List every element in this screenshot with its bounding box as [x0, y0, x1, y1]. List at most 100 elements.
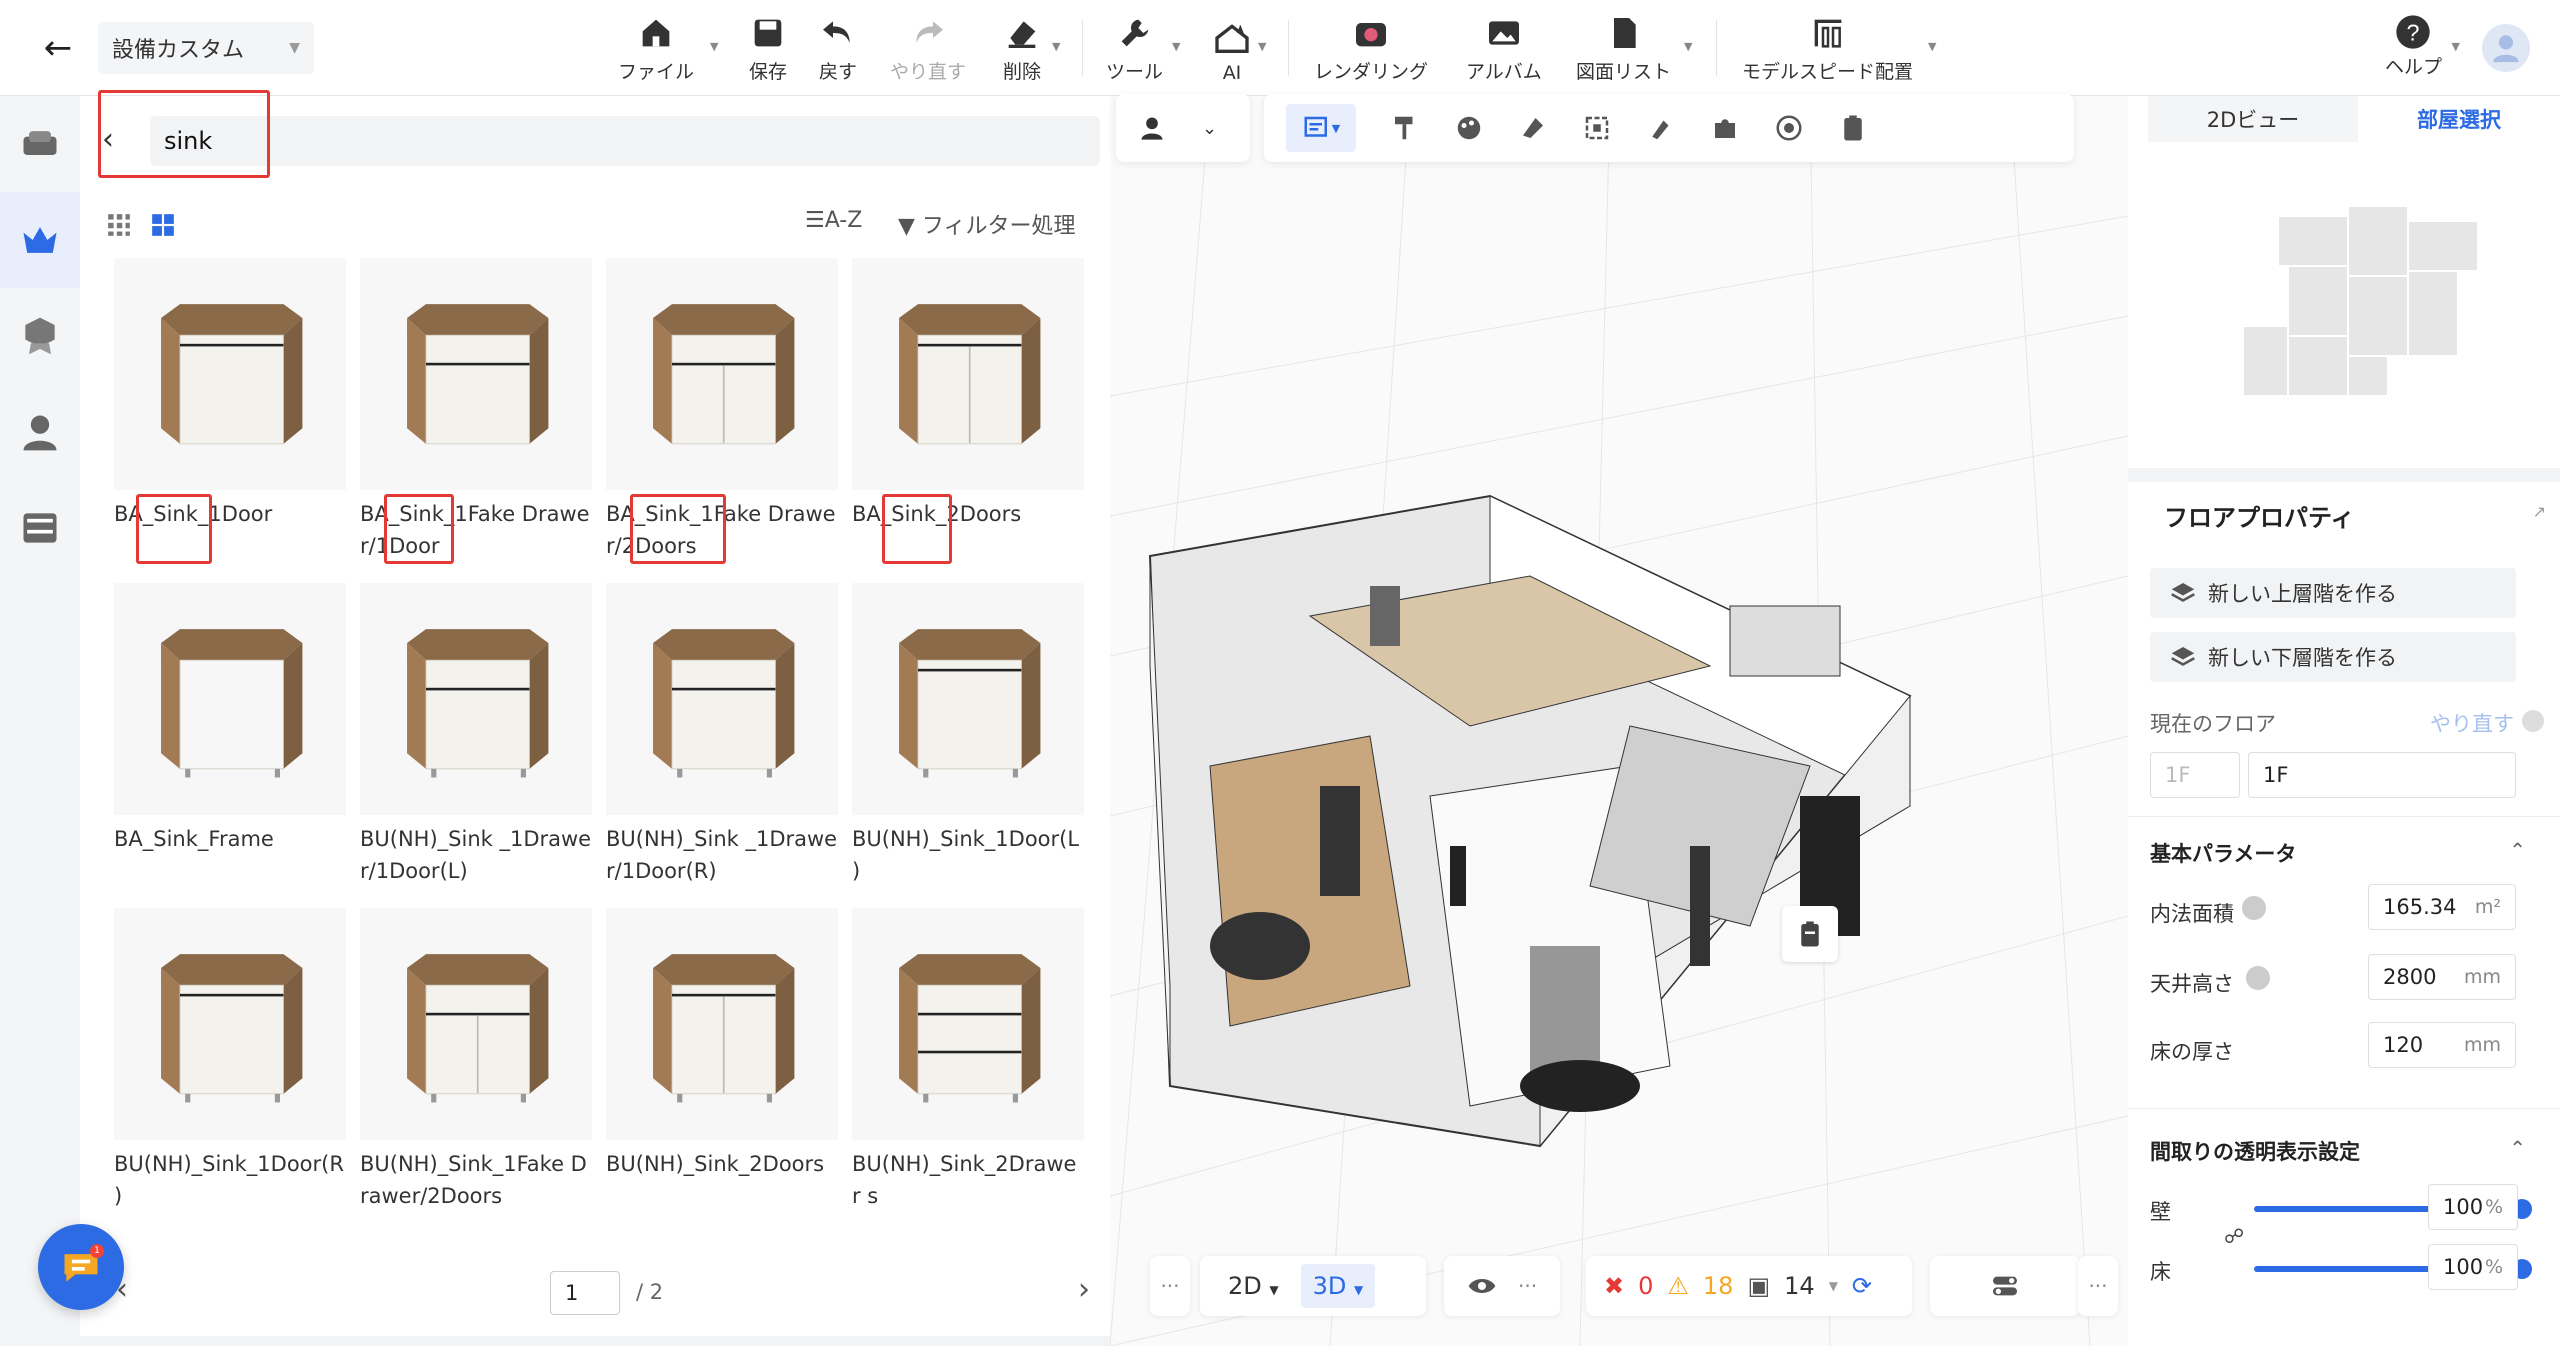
floor-redo-link[interactable]: やり直す: [2430, 708, 2514, 738]
wall-opacity-input[interactable]: 100%: [2428, 1184, 2518, 1230]
floor-thickness-input[interactable]: 120 mm: [2368, 1022, 2516, 1068]
sidebar-item-custom[interactable]: [0, 192, 80, 288]
sidebar-item-vip[interactable]: [0, 288, 80, 384]
person-icon[interactable]: [1138, 114, 1166, 142]
product-thumbnail[interactable]: [114, 908, 346, 1140]
search-input[interactable]: sink: [150, 116, 1100, 166]
product-card[interactable]: BA_Sink_1Fake Drawer/2Doors: [606, 258, 838, 568]
floor-opacity-input[interactable]: 100%: [2428, 1244, 2518, 1290]
back-arrow-icon[interactable]: ←: [38, 28, 78, 68]
palette-icon[interactable]: [1454, 113, 1484, 143]
sidebar-item-storage[interactable]: [0, 480, 80, 576]
chevron-down-icon[interactable]: ▼: [1052, 40, 1060, 53]
view-3d-button[interactable]: 3D ▼: [1300, 1264, 1376, 1308]
error-icon[interactable]: ✖: [1604, 1272, 1624, 1300]
warning-icon[interactable]: ⚠: [1667, 1272, 1689, 1300]
scheme-selector[interactable]: 設備カスタム ▼: [98, 22, 314, 74]
chevron-down-icon[interactable]: ▼: [2452, 40, 2460, 53]
chevron-down-icon[interactable]: ▼: [1928, 40, 1936, 53]
drawing-list-button[interactable]: 図面リスト: [1576, 12, 1671, 84]
floor-name-input[interactable]: 1F: [2248, 752, 2516, 798]
delete-button[interactable]: 削除: [1002, 12, 1042, 84]
sort-button[interactable]: ☰A-Z: [805, 208, 862, 233]
help-button[interactable]: ? ヘルプ: [2385, 12, 2442, 79]
chevron-up-icon[interactable]: ⌃: [2509, 838, 2526, 862]
product-card[interactable]: BA_Sink_1Door: [114, 258, 346, 568]
product-thumbnail[interactable]: [114, 258, 346, 490]
page-number-input[interactable]: 1: [550, 1271, 620, 1315]
product-thumbnail[interactable]: [360, 258, 592, 490]
rendering-button[interactable]: レンダリング: [1314, 12, 1428, 84]
chevron-down-icon[interactable]: ▼: [1684, 40, 1692, 53]
chevron-down-icon[interactable]: ▼: [1172, 40, 1180, 53]
clipboard-button[interactable]: [1782, 906, 1838, 962]
product-card[interactable]: BU(NH)_Sink_2Doors: [606, 908, 838, 1218]
sidebar-item-user[interactable]: [0, 384, 80, 480]
more-button[interactable]: ···: [1150, 1256, 1190, 1316]
focus-frame-icon[interactable]: [1582, 113, 1612, 143]
chevron-down-icon[interactable]: ▼: [1829, 1279, 1838, 1293]
tab-room-select[interactable]: 部屋選択: [2358, 96, 2560, 142]
product-thumbnail[interactable]: [360, 583, 592, 815]
puzzle-icon[interactable]: [1710, 113, 1740, 143]
product-thumbnail[interactable]: [852, 258, 1084, 490]
sync-icon[interactable]: ⟳: [1852, 1272, 1872, 1300]
floor-code-select[interactable]: 1F: [2150, 752, 2240, 798]
large-grid-icon[interactable]: [150, 212, 176, 238]
brush-icon[interactable]: [1646, 113, 1676, 143]
product-thumbnail[interactable]: [606, 908, 838, 1140]
product-thumbnail[interactable]: [360, 908, 592, 1140]
product-card[interactable]: BU(NH)_Sink _1Drawer/1Door(L): [360, 583, 592, 893]
product-thumbnail[interactable]: [114, 583, 346, 815]
product-card[interactable]: BA_Sink_Frame: [114, 583, 346, 893]
redo-button[interactable]: やり直す: [890, 12, 966, 84]
product-thumbnail[interactable]: [606, 583, 838, 815]
eye-icon[interactable]: [1466, 1270, 1498, 1302]
list-mode-button[interactable]: ▼: [1286, 104, 1356, 152]
chevron-down-icon[interactable]: ▼: [1258, 40, 1266, 53]
more-icon[interactable]: ···: [1518, 1274, 1537, 1298]
model-speed-layout-button[interactable]: モデルスピード配置: [1742, 12, 1913, 84]
save-button[interactable]: 保存: [748, 12, 788, 84]
sidebar-item-furniture[interactable]: [0, 96, 80, 192]
material-icon[interactable]: [1518, 113, 1548, 143]
new-lower-floor-button[interactable]: 新しい下層階を作る: [2150, 632, 2516, 682]
expand-icon[interactable]: ↗: [2533, 502, 2546, 521]
paint-roller-icon[interactable]: [1390, 113, 1420, 143]
file-button[interactable]: ファイル: [618, 12, 694, 84]
tools-button[interactable]: ツール: [1106, 12, 1163, 84]
chevron-up-icon[interactable]: ⌃: [2509, 1136, 2526, 1160]
avatar[interactable]: [2482, 24, 2530, 72]
chevron-right-icon[interactable]: ›: [1078, 1272, 1090, 1307]
product-thumbnail[interactable]: [852, 908, 1084, 1140]
product-card[interactable]: BA_Sink_1Fake Drawer/1Door: [360, 258, 592, 568]
settings-toggle-button[interactable]: [1930, 1256, 2080, 1316]
product-card[interactable]: BU(NH)_Sink_1Fake Drawer/2Doors: [360, 908, 592, 1218]
area-input[interactable]: 165.34 m²: [2368, 884, 2516, 930]
product-card[interactable]: BA_Sink_2Doors: [852, 258, 1084, 568]
chat-button[interactable]: 1: [38, 1224, 124, 1310]
ai-button[interactable]: AI: [1212, 12, 1252, 84]
chevron-down-icon[interactable]: ▼: [710, 40, 718, 53]
small-grid-icon[interactable]: [106, 212, 132, 238]
clipboard-icon[interactable]: [1838, 113, 1868, 143]
product-thumbnail[interactable]: [852, 583, 1084, 815]
view-2d-button[interactable]: 2D ▼: [1228, 1272, 1279, 1300]
ceiling-height-input[interactable]: 2800 mm: [2368, 954, 2516, 1000]
link-icon[interactable]: ☍: [2224, 1224, 2244, 1248]
product-thumbnail[interactable]: [606, 258, 838, 490]
target-icon[interactable]: [1774, 113, 1804, 143]
item-list-icon[interactable]: ▣: [1747, 1272, 1770, 1300]
3d-viewport[interactable]: [1110, 96, 2128, 1346]
more-button[interactable]: ···: [2078, 1256, 2118, 1316]
tab-2d-view[interactable]: 2Dビュー: [2148, 96, 2358, 142]
product-card[interactable]: BU(NH)_Sink_1Door(L ): [852, 583, 1084, 893]
product-card[interactable]: BU(NH)_Sink_1Door(R ): [114, 908, 346, 1218]
album-button[interactable]: アルバム: [1466, 12, 1542, 84]
filter-button[interactable]: ▼ フィルター処理: [898, 208, 1075, 240]
product-card[interactable]: BU(NH)_Sink_2Drawer s: [852, 908, 1084, 1218]
new-upper-floor-button[interactable]: 新しい上層階を作る: [2150, 568, 2516, 618]
undo-button[interactable]: 戻す: [818, 12, 858, 84]
product-card[interactable]: BU(NH)_Sink _1Drawer/1Door(R): [606, 583, 838, 893]
chevron-down-icon[interactable]: ⌄: [1202, 118, 1217, 139]
